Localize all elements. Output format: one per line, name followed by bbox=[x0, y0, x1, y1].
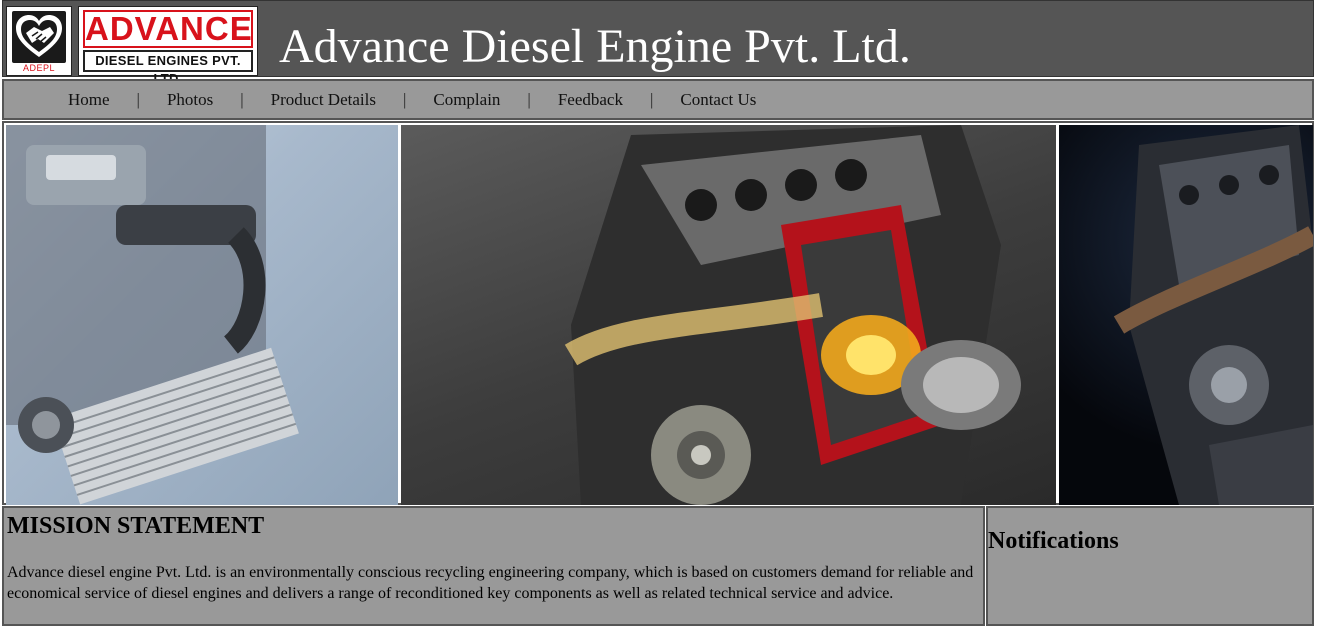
nav-item-photos[interactable]: Photos bbox=[167, 90, 213, 110]
site-header: ADEPL ADVANCE DIESEL ENGINES PVT. LTD. A… bbox=[2, 0, 1314, 86]
main-nav: Home | Photos | Product Details | Compla… bbox=[2, 79, 1314, 120]
logo-caption: ADEPL bbox=[22, 63, 55, 73]
nav-separator: | bbox=[402, 90, 407, 109]
nav-separator: | bbox=[527, 90, 531, 109]
page-title: Advance Diesel Engine Pvt. Ltd. bbox=[279, 20, 911, 73]
nav-item-complain[interactable]: Complain bbox=[433, 90, 500, 110]
nav-separator: | bbox=[649, 90, 654, 109]
logo-wordmark-top: ADVANCE bbox=[83, 10, 253, 48]
engine-photo-left bbox=[6, 125, 398, 505]
mission-heading: MISSION STATEMENT bbox=[7, 513, 265, 539]
logo-wordmark[interactable]: ADVANCE DIESEL ENGINES PVT. LTD. bbox=[78, 6, 258, 86]
nav-item-home[interactable]: Home bbox=[68, 90, 110, 110]
logo-icon[interactable]: ADEPL bbox=[6, 6, 72, 76]
engine-photo-right bbox=[1059, 125, 1313, 505]
notifications-section: Notifications bbox=[986, 506, 1314, 626]
nav-item-product-details[interactable]: Product Details bbox=[271, 90, 376, 110]
nav-item-feedback[interactable]: Feedback bbox=[558, 90, 623, 110]
notifications-heading: Notifications bbox=[988, 528, 1119, 554]
hero-banner bbox=[2, 121, 1314, 505]
handshake-icon bbox=[12, 11, 66, 63]
nav-item-contact-us[interactable]: Contact Us bbox=[680, 90, 756, 110]
nav-separator: | bbox=[240, 90, 244, 109]
mission-text: Advance diesel engine Pvt. Ltd. is an en… bbox=[7, 564, 974, 602]
mission-section: MISSION STATEMENT Advance diesel engine … bbox=[2, 506, 985, 626]
nav-separator: | bbox=[136, 90, 140, 109]
engine-cutaway-photo bbox=[401, 125, 1056, 505]
logo-wordmark-bottom: DIESEL ENGINES PVT. LTD. bbox=[83, 50, 253, 86]
